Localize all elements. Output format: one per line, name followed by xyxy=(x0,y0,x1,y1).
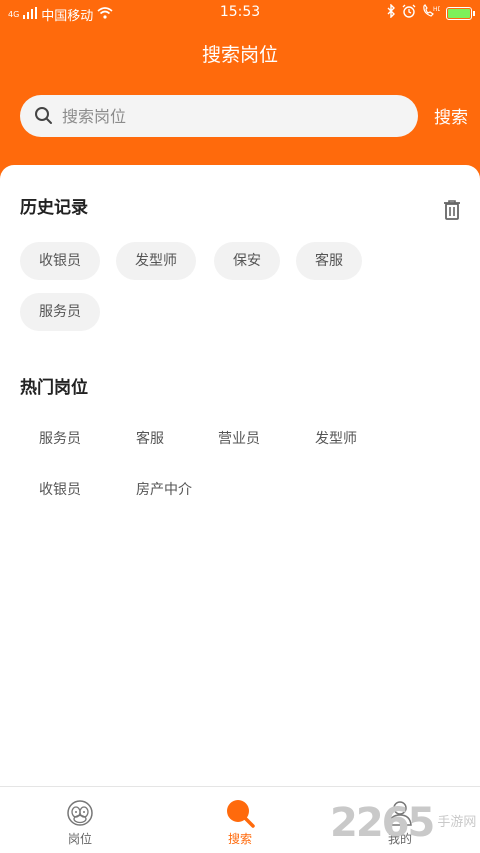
bluetooth-icon xyxy=(387,3,396,22)
hot-title: 热门岗位 xyxy=(20,378,88,398)
tab-jobs[interactable]: 岗位 xyxy=(0,787,160,853)
search-input[interactable] xyxy=(62,95,402,137)
svg-text:HD: HD xyxy=(433,6,440,13)
tab-label: 搜索 xyxy=(227,832,252,846)
hot-item[interactable]: 客服 xyxy=(136,428,164,448)
hot-item[interactable]: 营业员 xyxy=(218,428,260,448)
search-box[interactable] xyxy=(20,95,418,137)
battery-fill xyxy=(448,8,470,18)
hot-item[interactable]: 发型师 xyxy=(315,428,357,448)
history-title: 历史记录 xyxy=(20,198,88,218)
page-title: 搜索岗位 xyxy=(201,44,278,66)
status-bar: 4G 中国移动 15:53 HD xyxy=(0,0,480,26)
tab-search[interactable]: 搜索 xyxy=(160,787,320,853)
main-content: 历史记录 收银员 发型师 保安 客服 服务员 热门岗位 服务员 客服 营业员 发… xyxy=(0,165,480,786)
tab-label: 岗位 xyxy=(67,832,92,846)
search-button[interactable]: 搜索 xyxy=(434,103,468,128)
search-icon xyxy=(226,799,256,833)
history-chip[interactable]: 发型师 xyxy=(116,242,196,280)
hot-item[interactable]: 房产中介 xyxy=(136,479,192,499)
history-chip[interactable]: 客服 xyxy=(296,242,362,280)
watermark-number: 2265 xyxy=(330,800,435,846)
history-chip[interactable]: 保安 xyxy=(214,242,280,280)
phone-hd-icon: HD xyxy=(422,4,443,22)
trash-icon[interactable] xyxy=(442,199,462,225)
alarm-icon xyxy=(402,4,416,22)
watermark-text: 手游网 xyxy=(437,815,477,830)
search-icon xyxy=(34,106,54,130)
history-chip[interactable]: 收银员 xyxy=(20,242,100,280)
monkey-face-icon xyxy=(66,799,94,831)
header: 4G 中国移动 15:53 HD 搜索岗位 搜索岗位 搜索 xyxy=(0,0,480,190)
battery-icon xyxy=(446,6,475,20)
hot-item[interactable]: 收银员 xyxy=(39,479,81,499)
history-chip[interactable]: 服务员 xyxy=(20,293,100,331)
watermark-logo: 2265 手游网 xyxy=(330,800,476,846)
hot-item[interactable]: 服务员 xyxy=(39,428,81,448)
status-right: HD xyxy=(387,3,475,22)
